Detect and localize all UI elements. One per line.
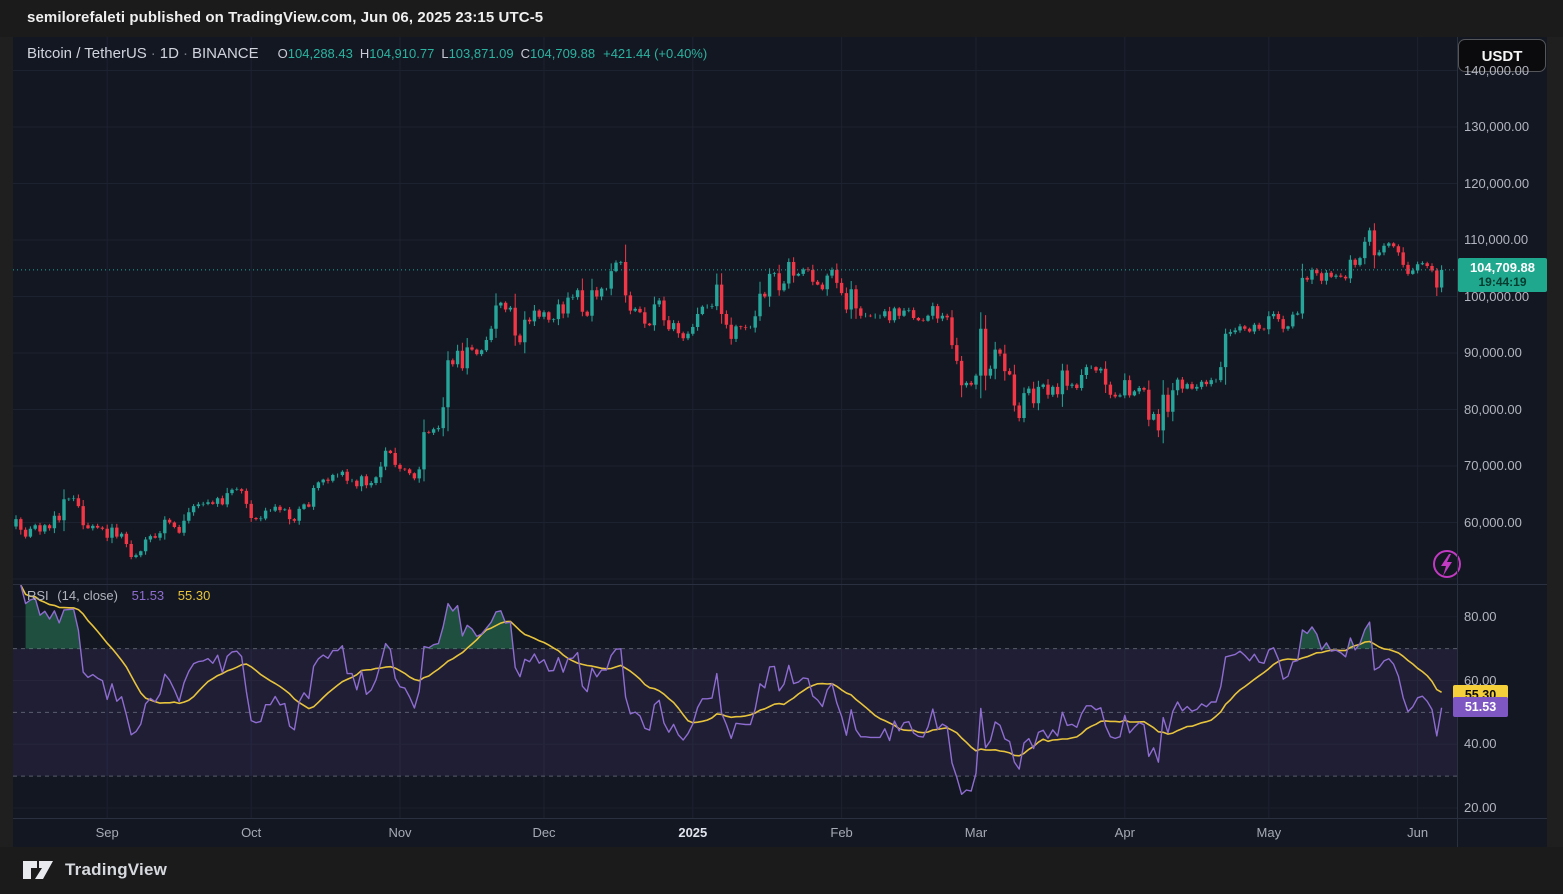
rsi-indicator-header[interactable]: RSI (14, close) 51.53 55.30 <box>27 588 210 603</box>
main-chart-canvas[interactable] <box>13 37 1547 847</box>
price-axis-label: 120,000.00 <box>1464 176 1529 191</box>
tradingview-brand[interactable]: TradingView <box>22 857 167 883</box>
rsi-axis-label: 20.00 <box>1464 800 1497 815</box>
rsi-value-badge: 51.53 <box>1453 697 1508 717</box>
open-value: 104,288.43 <box>288 46 353 61</box>
time-axis-label-2025: 2025 <box>678 825 707 840</box>
footer-bar: TradingView <box>0 847 1563 894</box>
price-axis-label: 70,000.00 <box>1464 458 1522 473</box>
rsi-title[interactable]: RSI <box>27 588 49 603</box>
time-axis-label-sep: Sep <box>96 825 119 840</box>
chart-region[interactable]: Bitcoin / TetherUS·1D·BINANCEO104,288.43… <box>13 37 1547 847</box>
interval-label[interactable]: 1D <box>160 45 179 62</box>
price-axis-label: 90,000.00 <box>1464 345 1522 360</box>
rsi-params: (14, close) <box>57 588 118 603</box>
time-axis-label-mar: Mar <box>965 825 987 840</box>
price-axis-label: 80,000.00 <box>1464 402 1522 417</box>
last-price-value: 104,709.88 <box>1458 260 1547 275</box>
rsi-ma-current-value: 55.30 <box>178 588 211 603</box>
change-value: +421.44 (+0.40%) <box>603 46 707 61</box>
low-value: 103,871.09 <box>449 46 514 61</box>
attribution-text: semilorefaleti published on TradingView.… <box>27 9 543 26</box>
rsi-axis-label: 40.00 <box>1464 736 1497 751</box>
symbol-title[interactable]: Bitcoin / TetherUS <box>27 45 147 62</box>
high-value: 104,910.77 <box>369 46 434 61</box>
price-axis-label: 60,000.00 <box>1464 515 1522 530</box>
price-axis-label: 140,000.00 <box>1464 63 1529 78</box>
time-axis[interactable]: Sep Oct Nov Dec 2025 Feb Mar Apr May Jun <box>13 819 1547 847</box>
exchange-label: BINANCE <box>192 45 259 62</box>
tradingview-logo-icon <box>22 857 56 883</box>
time-axis-label-dec: Dec <box>532 825 555 840</box>
tradingview-published-chart: semilorefaleti published on TradingView.… <box>0 0 1563 894</box>
rsi-axis-label: 80.00 <box>1464 609 1497 624</box>
time-axis-label-feb: Feb <box>830 825 852 840</box>
close-value: 104,709.88 <box>530 46 595 61</box>
rsi-current-value: 51.53 <box>132 588 165 603</box>
time-axis-label-nov: Nov <box>388 825 411 840</box>
time-axis-label-may: May <box>1257 825 1282 840</box>
price-axis-label: 130,000.00 <box>1464 119 1529 134</box>
last-price-badge: 104,709.88 19:44:19 <box>1458 258 1547 292</box>
price-axis-label: 110,000.00 <box>1464 232 1528 247</box>
ohlc-values: O104,288.43H104,910.77L103,871.09C104,70… <box>271 46 708 61</box>
price-axis-border <box>1457 37 1458 847</box>
bar-countdown: 19:44:19 <box>1458 275 1547 289</box>
time-axis-label-oct: Oct <box>241 825 261 840</box>
time-axis-label-jun: Jun <box>1407 825 1428 840</box>
attribution-bar: semilorefaleti published on TradingView.… <box>0 0 1563 37</box>
brand-name: TradingView <box>65 860 167 880</box>
time-axis-label-apr: Apr <box>1115 825 1135 840</box>
symbol-header: Bitcoin / TetherUS·1D·BINANCEO104,288.43… <box>27 45 707 62</box>
pane-separator[interactable] <box>13 584 1547 585</box>
